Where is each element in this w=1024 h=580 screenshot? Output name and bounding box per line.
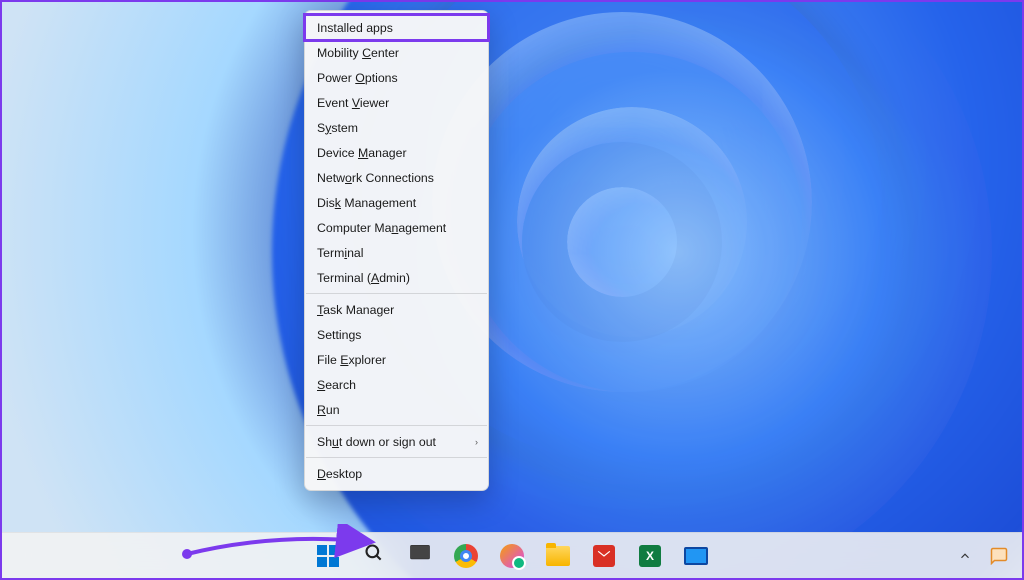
menu-item-run[interactable]: Run	[305, 397, 488, 422]
tray-chat-button[interactable]	[990, 547, 1008, 565]
menu-item-computer-management[interactable]: Computer Management	[305, 215, 488, 240]
menu-item-label: Installed apps	[317, 21, 393, 35]
menu-item-label: File Explorer	[317, 353, 386, 367]
taskbar-tray	[956, 547, 1008, 565]
menu-item-label: Settings	[317, 328, 361, 342]
task-view-button[interactable]	[401, 537, 439, 575]
app-window-icon	[684, 547, 708, 565]
menu-item-label: Device Manager	[317, 146, 407, 160]
menu-item-label: Event Viewer	[317, 96, 389, 110]
menu-item-shut-down-or-sign-out[interactable]: Shut down or sign out ›	[305, 429, 488, 454]
menu-item-label: Run	[317, 403, 340, 417]
menu-item-label: Power Options	[317, 71, 398, 85]
chevron-up-icon	[958, 549, 972, 563]
menu-item-device-manager[interactable]: Device Manager	[305, 140, 488, 165]
search-button[interactable]	[355, 537, 393, 575]
menu-item-disk-management[interactable]: Disk Management	[305, 190, 488, 215]
menu-item-settings[interactable]: Settings	[305, 322, 488, 347]
menu-item-label: Network Connections	[317, 171, 434, 185]
desktop-wallpaper	[2, 2, 1022, 578]
taskbar-center-apps: X	[309, 537, 715, 575]
windows-logo-icon	[317, 545, 339, 567]
menu-item-terminal[interactable]: Terminal	[305, 240, 488, 265]
profile-app[interactable]	[493, 537, 531, 575]
chrome-icon	[454, 544, 478, 568]
menu-item-label: Desktop	[317, 467, 362, 481]
chevron-right-icon: ›	[475, 437, 478, 447]
menu-item-search[interactable]: Search	[305, 372, 488, 397]
start-button[interactable]	[309, 537, 347, 575]
menu-item-event-viewer[interactable]: Event Viewer	[305, 90, 488, 115]
menu-item-label: Task Manager	[317, 303, 394, 317]
menu-item-installed-apps[interactable]: Installed apps	[305, 15, 488, 40]
menu-item-label: Shut down or sign out	[317, 435, 436, 449]
winx-power-menu: Installed apps Mobility Center Power Optio…	[304, 10, 489, 491]
avatar-icon	[500, 544, 524, 568]
menu-item-label: Terminal	[317, 246, 363, 260]
menu-separator	[306, 293, 487, 294]
menu-item-file-explorer[interactable]: File Explorer	[305, 347, 488, 372]
mail-icon	[593, 545, 615, 567]
task-view-icon	[409, 542, 431, 569]
chrome-app[interactable]	[447, 537, 485, 575]
menu-separator	[306, 425, 487, 426]
folder-icon	[546, 546, 570, 566]
menu-item-label: Search	[317, 378, 356, 392]
terminal-window-app[interactable]	[677, 537, 715, 575]
menu-item-label: System	[317, 121, 358, 135]
menu-item-desktop[interactable]: Desktop	[305, 461, 488, 486]
chat-bubble-icon	[990, 547, 1008, 565]
menu-item-power-options[interactable]: Power Options	[305, 65, 488, 90]
menu-item-system[interactable]: System	[305, 115, 488, 140]
menu-item-task-manager[interactable]: Task Manager	[305, 297, 488, 322]
excel-app[interactable]: X	[631, 537, 669, 575]
menu-item-label: Disk Management	[317, 196, 416, 210]
excel-icon: X	[639, 545, 661, 567]
taskbar: X	[2, 532, 1022, 578]
menu-item-label: Terminal (Admin)	[317, 271, 410, 285]
menu-item-terminal-admin[interactable]: Terminal (Admin)	[305, 265, 488, 290]
tray-overflow-button[interactable]	[956, 547, 974, 565]
file-explorer-app[interactable]	[539, 537, 577, 575]
mail-app[interactable]	[585, 537, 623, 575]
search-icon	[364, 543, 384, 568]
menu-item-label: Computer Management	[317, 221, 446, 235]
menu-item-network-connections[interactable]: Network Connections	[305, 165, 488, 190]
menu-separator	[306, 457, 487, 458]
menu-item-label: Mobility Center	[317, 46, 399, 60]
menu-item-mobility-center[interactable]: Mobility Center	[305, 40, 488, 65]
